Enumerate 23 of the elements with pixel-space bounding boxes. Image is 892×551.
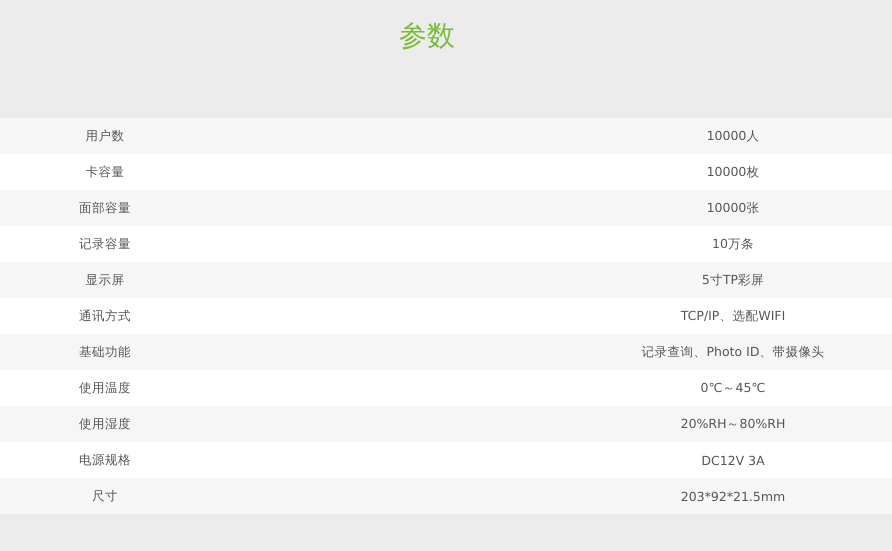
parameter-name: 卡容量 xyxy=(84,164,126,180)
parameter-value: 记录查询、Photo ID、带摄像头 xyxy=(640,344,826,360)
parameter-name: 基础功能 xyxy=(78,344,132,360)
parameter-name: 使用湿度 xyxy=(78,416,132,432)
parameter-value: DC12V 3A xyxy=(700,452,766,468)
parameter-value: 10000人 xyxy=(706,128,760,144)
parameter-value: 20%RH～80%RH xyxy=(680,416,786,432)
parameter-name: 尺寸 xyxy=(91,488,119,504)
page-title: 参数 xyxy=(399,18,455,54)
parameter-value: 5寸TP彩屏 xyxy=(700,272,766,288)
parameter-name: 显示屏 xyxy=(84,272,126,288)
parameter-value: 10000枚 xyxy=(706,164,760,180)
parameter-value: 0℃～45℃ xyxy=(700,380,766,396)
parameter-name: 用户数 xyxy=(84,128,126,144)
parameter-value: TCP/IP、选配WIFI xyxy=(680,308,786,324)
parameter-value: 10000张 xyxy=(706,200,760,216)
parameter-name: 使用温度 xyxy=(78,380,132,396)
parameter-value: 203*92*21.5mm xyxy=(680,488,786,504)
parameter-name: 面部容量 xyxy=(78,200,132,216)
parameter-name: 记录容量 xyxy=(78,236,132,252)
parameter-name: 通讯方式 xyxy=(78,308,132,324)
parameter-value: 10万条 xyxy=(711,236,755,252)
parameter-name: 电源规格 xyxy=(78,452,132,468)
